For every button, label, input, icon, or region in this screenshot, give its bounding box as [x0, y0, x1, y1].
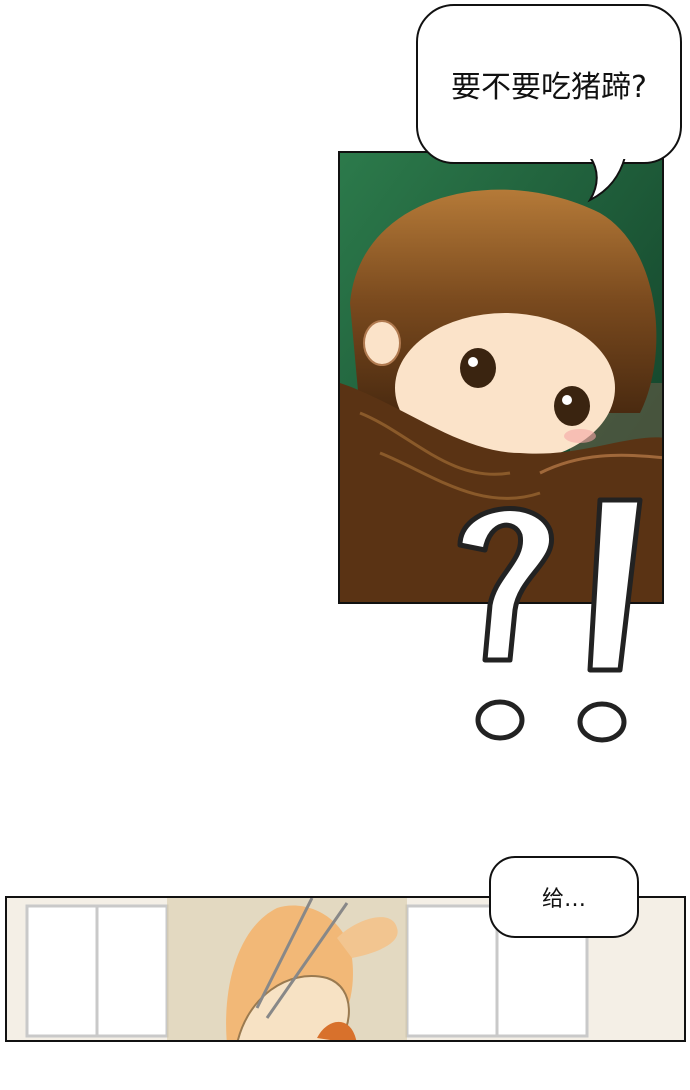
question-exclamation-icon [457, 497, 643, 743]
sound-effect-surprise [440, 490, 670, 760]
speech-bubble-tail-icon [587, 155, 628, 203]
speech-text-top: 要不要吃猪蹄? [451, 70, 647, 105]
speech-text-bottom: 给… [541, 887, 586, 912]
speech-bubble-top: 要不要吃猪蹄? [416, 4, 682, 164]
speech-bubble-bottom: 给… [489, 856, 639, 938]
